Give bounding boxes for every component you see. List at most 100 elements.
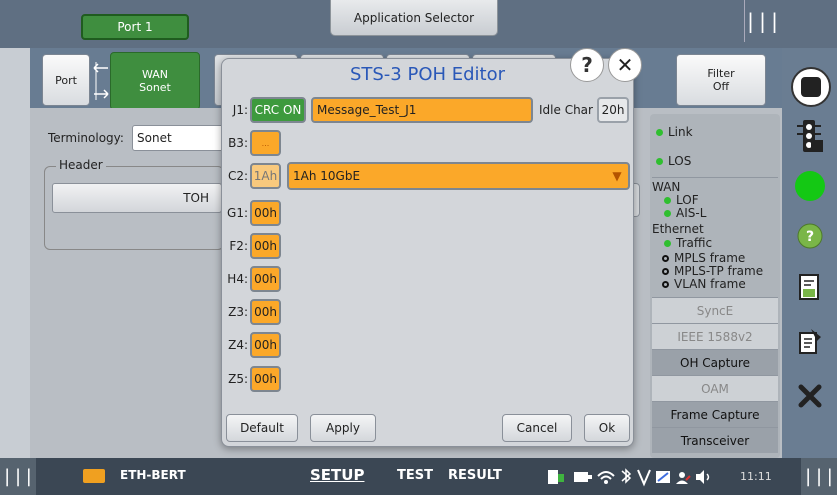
g1-label: G1: (227, 206, 248, 220)
ok-button[interactable]: Ok (584, 414, 630, 442)
z3-label: Z3: (228, 305, 248, 319)
status-mpls: MPLS frame (662, 251, 745, 265)
right-grip-handle[interactable]: ||| (801, 458, 837, 495)
tab-wan-label: WAN (141, 68, 169, 81)
exit-x-icon (798, 384, 822, 408)
system-tray-icons (548, 468, 710, 487)
c2-code-button[interactable]: 1Ah (250, 163, 281, 189)
user-icon (676, 472, 691, 484)
status-traffic-label: Traffic (676, 236, 713, 250)
status-link-label: Link (668, 125, 693, 139)
terminology-label: Terminology: (48, 131, 124, 145)
bluetooth-icon (621, 468, 632, 484)
synce-button[interactable]: SyncE (652, 297, 778, 323)
status-mpls-tp: MPLS-TP frame (662, 264, 763, 278)
ais-l-led-icon (664, 209, 671, 217)
tab-port-label: Port (55, 73, 77, 87)
idle-char-button[interactable]: 20h (597, 97, 629, 123)
toh-button[interactable]: TOH (52, 183, 222, 213)
b3-value: ... (261, 138, 270, 148)
wifi-icon (597, 471, 615, 484)
status-vlan-label: VLAN frame (674, 277, 746, 291)
z4-label: Z4: (228, 338, 248, 352)
help-circle-icon: ? (797, 223, 823, 249)
status-wan-heading: WAN (652, 180, 681, 194)
green-status-icon (795, 171, 825, 201)
z4-button[interactable]: 00h (250, 332, 281, 358)
f2-button[interactable]: 00h (250, 233, 281, 259)
oam-button[interactable]: OAM (652, 375, 778, 401)
status-led-button[interactable] (790, 166, 830, 206)
lof-led-icon (664, 196, 671, 204)
c2-label: C2: (227, 169, 248, 183)
f2-label: F2: (229, 239, 248, 253)
status-traffic: Traffic (664, 236, 712, 250)
network-icon (574, 472, 592, 482)
mpls-led-icon (662, 254, 669, 262)
status-ais-l-label: AIS-L (676, 206, 707, 220)
v-icon (637, 469, 651, 487)
port-1-tab[interactable]: Port 1 (81, 14, 189, 40)
transceiver-button[interactable]: Transceiver (652, 427, 778, 453)
script-button[interactable] (790, 322, 830, 362)
los-led-icon (656, 157, 663, 165)
tab-test[interactable]: TEST (397, 468, 433, 483)
report-icon (799, 274, 819, 300)
oh-capture-button[interactable]: OH Capture (652, 349, 778, 375)
svg-text:?: ? (806, 229, 814, 245)
status-link: Link (656, 125, 693, 139)
help-icon[interactable]: ? (570, 48, 604, 82)
traffic-light-button[interactable] (790, 116, 830, 156)
crc-toggle-button[interactable]: CRC ON (250, 97, 306, 123)
tab-setup[interactable]: SETUP (310, 466, 364, 484)
battery-plug-icon (548, 470, 564, 484)
status-mpls-label: MPLS frame (674, 251, 746, 265)
mpls-tp-led-icon (662, 267, 669, 275)
application-selector-button[interactable]: Application Selector (330, 0, 498, 36)
status-ais-l: AIS-L (664, 206, 706, 220)
cancel-button[interactable]: Cancel (502, 414, 572, 442)
h4-label: H4: (227, 272, 248, 286)
tab-sonet-label: Sonet (139, 81, 171, 94)
frame-capture-button[interactable]: Frame Capture (652, 401, 778, 427)
status-ethernet-heading: Ethernet (652, 222, 704, 236)
traffic-led-icon (664, 239, 671, 247)
tab-filter-label: Filter (707, 67, 735, 80)
tab-filter[interactable]: Filter Off (676, 54, 766, 106)
close-icon[interactable]: ✕ (608, 48, 642, 82)
j1-message-input[interactable]: Message_Test_J1 (311, 97, 533, 123)
stop-icon (791, 67, 831, 107)
tab-wan-sonet[interactable]: WAN Sonet (110, 52, 200, 110)
traffic-light-icon (797, 120, 823, 152)
ethernet-port-icon (83, 469, 105, 483)
top-grip-handle[interactable]: ||| (744, 0, 781, 42)
status-los-label: LOS (668, 154, 692, 168)
terminology-select[interactable]: Sonet (132, 125, 224, 151)
left-grip-handle[interactable]: ||| (0, 458, 36, 495)
header-group-label: Header (56, 158, 106, 172)
c2-select[interactable]: 1Ah 10GbE (287, 162, 630, 190)
status-los: LOS (656, 154, 691, 168)
help-sidebar-button[interactable]: ? (790, 216, 830, 256)
h4-button[interactable]: 00h (250, 266, 281, 292)
link-led-icon (656, 128, 663, 136)
z3-button[interactable]: 00h (250, 299, 281, 325)
chevron-down-icon[interactable]: ▼ (608, 165, 626, 187)
z5-button[interactable]: 00h (250, 366, 281, 392)
clock-label: 11:11 (740, 470, 772, 483)
tab-port[interactable]: Port (42, 54, 90, 106)
tab-result[interactable]: RESULT (448, 468, 502, 483)
status-lof: LOF (664, 193, 699, 207)
ieee-1588v2-button[interactable]: IEEE 1588v2 (652, 323, 778, 349)
screen-icon (656, 471, 670, 483)
g1-button[interactable]: 00h (250, 200, 281, 226)
exit-button[interactable] (790, 376, 830, 416)
stop-button[interactable] (788, 64, 834, 110)
report-button[interactable] (790, 268, 830, 308)
apply-button[interactable]: Apply (310, 414, 376, 442)
b3-button[interactable]: ... (250, 130, 281, 156)
idle-char-label: Idle Char (539, 103, 593, 117)
z5-label: Z5: (228, 372, 248, 386)
default-button[interactable]: Default (226, 414, 298, 442)
status-mpls-tp-label: MPLS-TP frame (674, 264, 764, 278)
